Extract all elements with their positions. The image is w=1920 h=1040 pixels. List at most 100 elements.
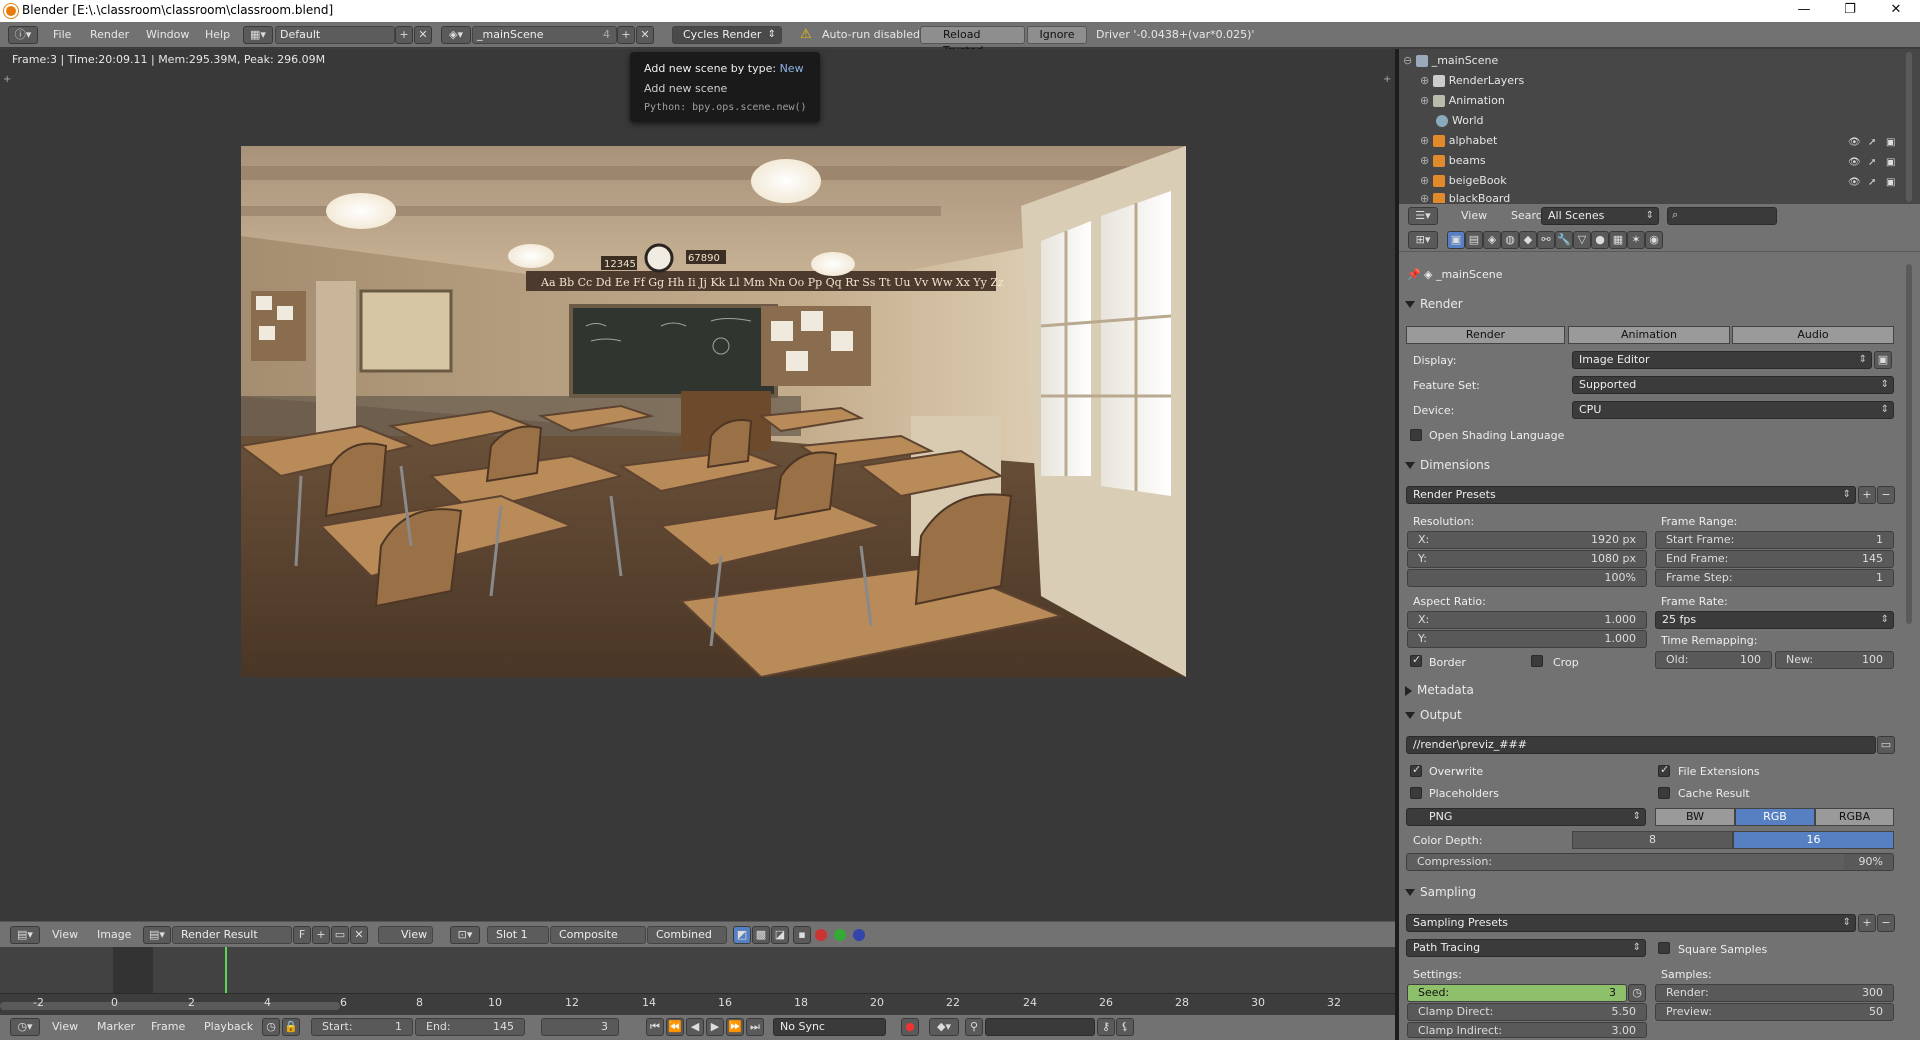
outliner-row-mainscene[interactable]: ⊖ _mainScene bbox=[1403, 53, 1498, 69]
render-button[interactable]: Render bbox=[1406, 326, 1565, 344]
render-panel-header[interactable]: Render bbox=[1405, 294, 1463, 314]
remove-layout-icon[interactable]: ✕ bbox=[414, 26, 432, 44]
world-context-icon[interactable]: ◍ bbox=[1501, 231, 1519, 249]
ignore-button[interactable]: Ignore bbox=[1027, 26, 1087, 44]
jump-end-icon[interactable]: ⏭ bbox=[746, 1018, 764, 1036]
crop-checkbox[interactable] bbox=[1531, 655, 1543, 667]
cache-result-checkbox[interactable] bbox=[1658, 787, 1670, 799]
image-menu-image[interactable]: Image bbox=[97, 928, 131, 941]
sampling-panel-header[interactable]: Sampling bbox=[1405, 882, 1476, 902]
preview-range-icon[interactable]: ◷ bbox=[262, 1018, 280, 1036]
render-layer-select[interactable]: Composite bbox=[550, 926, 646, 944]
green-channel-icon[interactable] bbox=[834, 929, 846, 941]
color-mode-rgba[interactable]: RGBA bbox=[1815, 808, 1894, 826]
file-extensions-checkbox[interactable] bbox=[1658, 763, 1670, 777]
device-select[interactable]: CPU bbox=[1572, 401, 1894, 419]
frame-step-field[interactable]: Frame Step: 1 bbox=[1655, 569, 1894, 587]
menu-render[interactable]: Render bbox=[90, 28, 129, 41]
properties-editor-type-icon[interactable]: ⊞▾ bbox=[1408, 231, 1438, 249]
outliner-row-renderlayers[interactable]: ⊕ RenderLayers bbox=[1420, 73, 1524, 89]
remove-sampling-preset-icon[interactable]: − bbox=[1877, 914, 1895, 932]
render-samples-field[interactable]: Render: 300 bbox=[1655, 984, 1894, 1002]
outliner-row-alphabet[interactable]: ⊕ alphabet bbox=[1420, 133, 1497, 149]
play-icon[interactable]: ▶ bbox=[706, 1018, 724, 1036]
pivot-icon[interactable]: ⊡▾ bbox=[450, 926, 480, 944]
blue-channel-icon[interactable] bbox=[853, 929, 865, 941]
resolution-percentage-field[interactable]: 100% bbox=[1407, 569, 1647, 587]
timeline-scrollbar[interactable] bbox=[0, 1002, 340, 1010]
record-icon[interactable]: ● bbox=[901, 1018, 919, 1036]
color-mode-rgb[interactable]: RGB bbox=[1735, 808, 1815, 826]
output-path-input[interactable]: //render\previz_### bbox=[1406, 736, 1876, 754]
add-scene-icon[interactable]: + bbox=[617, 26, 635, 44]
compression-slider[interactable]: Compression: 90% bbox=[1406, 853, 1894, 871]
render-presets-select[interactable]: Render Presets bbox=[1406, 486, 1856, 504]
overwrite-checkbox[interactable] bbox=[1410, 763, 1422, 777]
render-camera-icon[interactable]: ▣ ▣ ▣ bbox=[1886, 133, 1895, 193]
preview-samples-field[interactable]: Preview: 50 bbox=[1655, 1003, 1894, 1021]
close-button[interactable]: ✕ bbox=[1874, 0, 1918, 22]
constraints-context-icon[interactable]: ⚯ bbox=[1537, 231, 1555, 249]
particles-context-icon[interactable]: ✶ bbox=[1627, 231, 1645, 249]
render-engine-select[interactable]: Cycles Render ⇕ bbox=[672, 26, 782, 44]
outliner-row-world[interactable]: World bbox=[1436, 113, 1484, 129]
end-frame-prop-field[interactable]: End Frame: 145 bbox=[1655, 550, 1894, 568]
audio-mixdown-button[interactable]: Audio bbox=[1732, 326, 1894, 344]
screen-layout-field[interactable]: Default bbox=[275, 26, 395, 44]
square-samples-checkbox[interactable] bbox=[1658, 942, 1670, 954]
render-pass-select[interactable]: Combined bbox=[647, 926, 727, 944]
outliner-row-beams[interactable]: ⊕ beams bbox=[1420, 153, 1486, 169]
alpha-icon[interactable]: ▩ bbox=[752, 926, 770, 944]
add-sampling-preset-icon[interactable]: + bbox=[1858, 914, 1876, 932]
color-mode-bw[interactable]: BW bbox=[1655, 808, 1735, 826]
start-frame-prop-field[interactable]: Start Frame: 1 bbox=[1655, 531, 1894, 549]
color-depth-8[interactable]: 8 bbox=[1572, 831, 1733, 849]
sample-icon[interactable]: ▪ bbox=[793, 926, 811, 944]
image-browse-icon[interactable]: ▤▾ bbox=[143, 926, 171, 944]
timeline-menu-playback[interactable]: Playback bbox=[204, 1020, 253, 1033]
maximize-button[interactable]: ❐ bbox=[1828, 0, 1872, 22]
select-arrow-icon[interactable]: ➚ ➚ ➚ bbox=[1868, 133, 1876, 193]
placeholders-checkbox[interactable] bbox=[1410, 787, 1422, 799]
view-select[interactable]: View bbox=[378, 926, 433, 944]
remap-new-field[interactable]: New: 100 bbox=[1775, 651, 1894, 669]
unlink-image-icon[interactable]: ✕ bbox=[350, 926, 368, 944]
insert-keyframe-icon[interactable]: ⚷ bbox=[1097, 1018, 1115, 1036]
display-select[interactable]: Image Editor bbox=[1572, 351, 1872, 369]
outliner-display-mode-select[interactable]: All Scenes bbox=[1541, 207, 1659, 225]
timeline-menu-view[interactable]: View bbox=[52, 1020, 78, 1033]
minimize-button[interactable]: — bbox=[1782, 0, 1826, 22]
slot-select[interactable]: Slot 1 bbox=[487, 926, 549, 944]
modifiers-context-icon[interactable]: 🔧 bbox=[1555, 231, 1573, 249]
reload-trusted-button[interactable]: Reload Trusted bbox=[920, 26, 1025, 57]
pin-icon[interactable]: 📌 bbox=[1407, 268, 1421, 281]
menu-window[interactable]: Window bbox=[146, 28, 189, 41]
resolution-y-field[interactable]: Y: 1080 px bbox=[1407, 550, 1647, 568]
frame-rate-select[interactable]: 25 fps bbox=[1655, 611, 1894, 629]
keying-set-icon[interactable]: ⚲ bbox=[965, 1018, 983, 1036]
prev-keyframe-icon[interactable]: ⏪ bbox=[666, 1018, 684, 1036]
outliner-search-input[interactable] bbox=[1667, 207, 1777, 225]
visibility-eye-icon[interactable]: 👁 👁 👁 bbox=[1848, 133, 1861, 193]
clamp-indirect-field[interactable]: Clamp Indirect: 3.00 bbox=[1407, 1022, 1647, 1038]
outliner-row-beigebook[interactable]: ⊕ beigeBook bbox=[1420, 173, 1507, 189]
remove-scene-icon[interactable]: ✕ bbox=[636, 26, 654, 44]
display-channels-icon[interactable]: ◩ bbox=[733, 926, 751, 944]
delete-keyframe-icon[interactable]: ⚸ bbox=[1116, 1018, 1134, 1036]
red-channel-icon[interactable] bbox=[815, 929, 827, 941]
physics-context-icon[interactable]: ◉ bbox=[1645, 231, 1663, 249]
remap-old-field[interactable]: Old: 100 bbox=[1655, 651, 1772, 669]
integrator-select[interactable]: Path Tracing bbox=[1406, 939, 1646, 957]
timeline-playhead[interactable] bbox=[225, 947, 227, 993]
sync-mode-select[interactable]: No Sync bbox=[773, 1018, 886, 1036]
scene-browse-icon[interactable]: ◈▾ bbox=[441, 26, 471, 44]
timeline-keyframe-region[interactable] bbox=[0, 947, 1395, 993]
object-context-icon[interactable]: ◆ bbox=[1519, 231, 1537, 249]
next-keyframe-icon[interactable]: ⏩ bbox=[726, 1018, 744, 1036]
aspect-y-field[interactable]: Y: 1.000 bbox=[1407, 630, 1647, 648]
region-expand-icon[interactable]: + bbox=[3, 74, 11, 85]
timeline-menu-marker[interactable]: Marker bbox=[97, 1020, 135, 1033]
image-menu-view[interactable]: View bbox=[52, 928, 78, 941]
lock-range-icon[interactable]: 🔒 bbox=[282, 1018, 300, 1036]
color-depth-16[interactable]: 16 bbox=[1733, 831, 1894, 849]
